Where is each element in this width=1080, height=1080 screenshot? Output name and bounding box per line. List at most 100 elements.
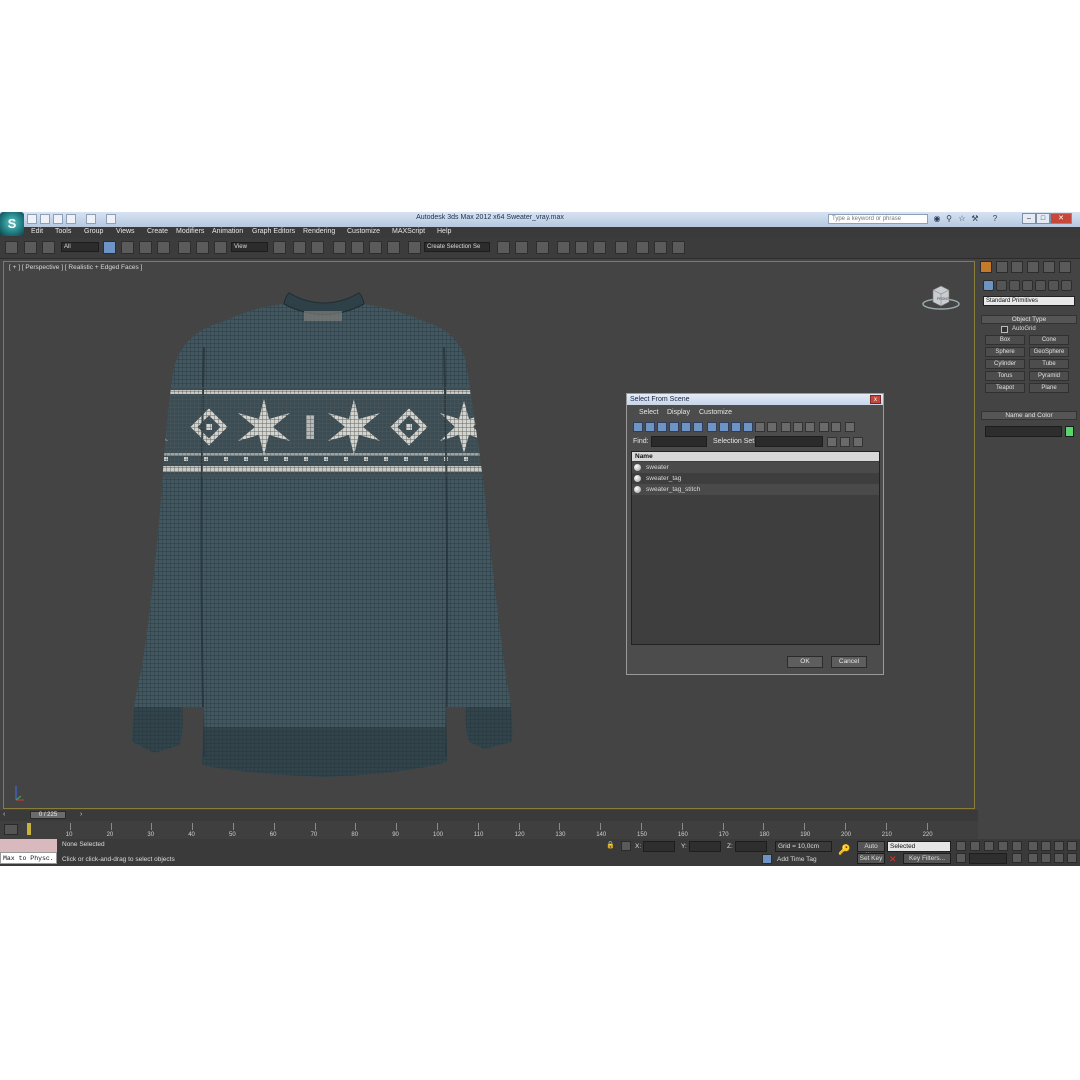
edit-named-selection-icon[interactable]: [408, 241, 421, 254]
object-type-rollout[interactable]: Object Type: [981, 315, 1077, 324]
helpers-icon[interactable]: [1035, 280, 1046, 291]
motion-tab-icon[interactable]: [1027, 261, 1039, 273]
object-color-swatch[interactable]: [1065, 426, 1074, 437]
curve-editor-icon[interactable]: [575, 241, 588, 254]
select-dependents-icon[interactable]: [840, 437, 850, 447]
layer-manager-icon[interactable]: [536, 241, 549, 254]
perspective-viewport[interactable]: [ + ] [ Perspective ] [ Realistic + Edge…: [3, 261, 975, 809]
sync-selection-icon[interactable]: [827, 437, 837, 447]
utilities-tab-icon[interactable]: [1059, 261, 1071, 273]
window-crossing-icon[interactable]: [157, 241, 170, 254]
display-shapes-icon[interactable]: [645, 422, 655, 432]
display-frozen-icon[interactable]: [755, 422, 765, 432]
time-tag-icon[interactable]: [762, 854, 772, 864]
display-helpers-icon[interactable]: [681, 422, 691, 432]
list-item[interactable]: sweater: [632, 462, 879, 473]
list-item[interactable]: sweater_tag_stitch: [632, 484, 879, 495]
mirror-icon[interactable]: [497, 241, 510, 254]
find-input[interactable]: [651, 436, 707, 447]
display-groups-icon[interactable]: [707, 422, 717, 432]
search-input[interactable]: Type a keyword or phrase: [828, 214, 928, 224]
selection-lock-icon[interactable]: 🔒: [606, 841, 616, 851]
torus-button[interactable]: Torus: [985, 371, 1025, 381]
rectangular-selection-icon[interactable]: [139, 241, 152, 254]
menu-group[interactable]: Group: [84, 228, 103, 235]
plane-button[interactable]: Plane: [1029, 383, 1069, 393]
y-coordinate-field[interactable]: [689, 841, 721, 852]
go-to-end-icon[interactable]: [1012, 841, 1022, 851]
display-all-icon[interactable]: [781, 422, 791, 432]
render-setup-icon[interactable]: [636, 241, 649, 254]
lights-icon[interactable]: [1009, 280, 1020, 291]
help-icon[interactable]: ?: [990, 214, 1000, 224]
display-xrefs-icon[interactable]: [719, 422, 729, 432]
time-slider-next-icon[interactable]: ›: [80, 811, 89, 819]
viewport-label[interactable]: [ + ] [ Perspective ] [ Realistic + Edge…: [9, 264, 142, 271]
current-frame-marker[interactable]: [27, 823, 31, 835]
open-file-icon[interactable]: [40, 214, 50, 224]
previous-frame-icon[interactable]: [970, 841, 980, 851]
display-geometry-icon[interactable]: [633, 422, 643, 432]
minimize-button[interactable]: –: [1022, 213, 1036, 224]
geometry-icon[interactable]: [983, 280, 994, 291]
autogrid-checkbox[interactable]: [1001, 326, 1008, 333]
select-children-icon[interactable]: [853, 437, 863, 447]
select-and-rotate-icon[interactable]: [196, 241, 209, 254]
ok-button[interactable]: OK: [787, 656, 823, 668]
rendered-frame-window-icon[interactable]: [654, 241, 667, 254]
select-by-name-icon[interactable]: [121, 241, 134, 254]
key-filters-button[interactable]: Key Filters...: [903, 853, 951, 864]
hierarchy-tab-icon[interactable]: [1011, 261, 1023, 273]
current-frame-field[interactable]: [969, 853, 1007, 864]
play-icon[interactable]: [984, 841, 994, 851]
menu-tools[interactable]: Tools: [55, 228, 71, 235]
menu-edit[interactable]: Edit: [31, 228, 43, 235]
orbit-icon[interactable]: [1054, 853, 1064, 863]
display-space-warps-icon[interactable]: [693, 422, 703, 432]
close-button[interactable]: ✕: [1050, 213, 1072, 224]
favorites-star-icon[interactable]: ☆: [957, 214, 967, 224]
create-tab-icon[interactable]: [980, 261, 992, 273]
geosphere-button[interactable]: GeoSphere: [1029, 347, 1069, 357]
tools-icon[interactable]: ⚒: [970, 214, 980, 224]
field-of-view-icon[interactable]: [1028, 853, 1038, 863]
maxscript-listener-input[interactable]: [0, 839, 57, 852]
menu-maxscript[interactable]: MAXScript: [392, 228, 425, 235]
sweater-model[interactable]: [114, 287, 534, 787]
display-hidden-icon[interactable]: [767, 422, 777, 432]
menu-views[interactable]: Views: [116, 228, 135, 235]
modify-tab-icon[interactable]: [996, 261, 1008, 273]
project-folder-icon[interactable]: [106, 214, 116, 224]
x-coordinate-field[interactable]: [643, 841, 675, 852]
time-slider-thumb[interactable]: 0 / 225: [30, 811, 66, 819]
communication-center-icon[interactable]: ⚲: [944, 214, 954, 224]
maximize-viewport-icon[interactable]: [1067, 853, 1077, 863]
select-and-link-icon[interactable]: [5, 241, 18, 254]
dialog-menu-select[interactable]: Select: [639, 409, 658, 416]
teapot-button[interactable]: Teapot: [985, 383, 1025, 393]
cylinder-button[interactable]: Cylinder: [985, 359, 1025, 369]
primitive-category-dropdown[interactable]: Standard Primitives: [983, 296, 1075, 306]
render-production-icon[interactable]: [672, 241, 685, 254]
display-tab-icon[interactable]: [1043, 261, 1055, 273]
menu-graph-editors[interactable]: Graph Editors: [252, 228, 295, 235]
display-lights-icon[interactable]: [657, 422, 667, 432]
menu-create[interactable]: Create: [147, 228, 168, 235]
menu-modifiers[interactable]: Modifiers: [176, 228, 204, 235]
app-logo-icon[interactable]: S: [0, 212, 24, 236]
space-warps-icon[interactable]: [1048, 280, 1059, 291]
select-and-move-icon[interactable]: [178, 241, 191, 254]
name-and-color-rollout[interactable]: Name and Color: [981, 411, 1077, 420]
sphere-button[interactable]: Sphere: [985, 347, 1025, 357]
display-bones-icon[interactable]: [731, 422, 741, 432]
shapes-icon[interactable]: [996, 280, 1007, 291]
z-coordinate-field[interactable]: [735, 841, 767, 852]
zoom-extents-icon[interactable]: [1054, 841, 1064, 851]
selection-filter-dropdown[interactable]: All: [61, 242, 99, 252]
redo-icon[interactable]: [86, 214, 96, 224]
undo-icon[interactable]: [66, 214, 76, 224]
tube-button[interactable]: Tube: [1029, 359, 1069, 369]
selection-set-dropdown[interactable]: [755, 436, 823, 447]
auto-key-button[interactable]: Auto Key: [857, 841, 885, 859]
box-button[interactable]: Box: [985, 335, 1025, 345]
